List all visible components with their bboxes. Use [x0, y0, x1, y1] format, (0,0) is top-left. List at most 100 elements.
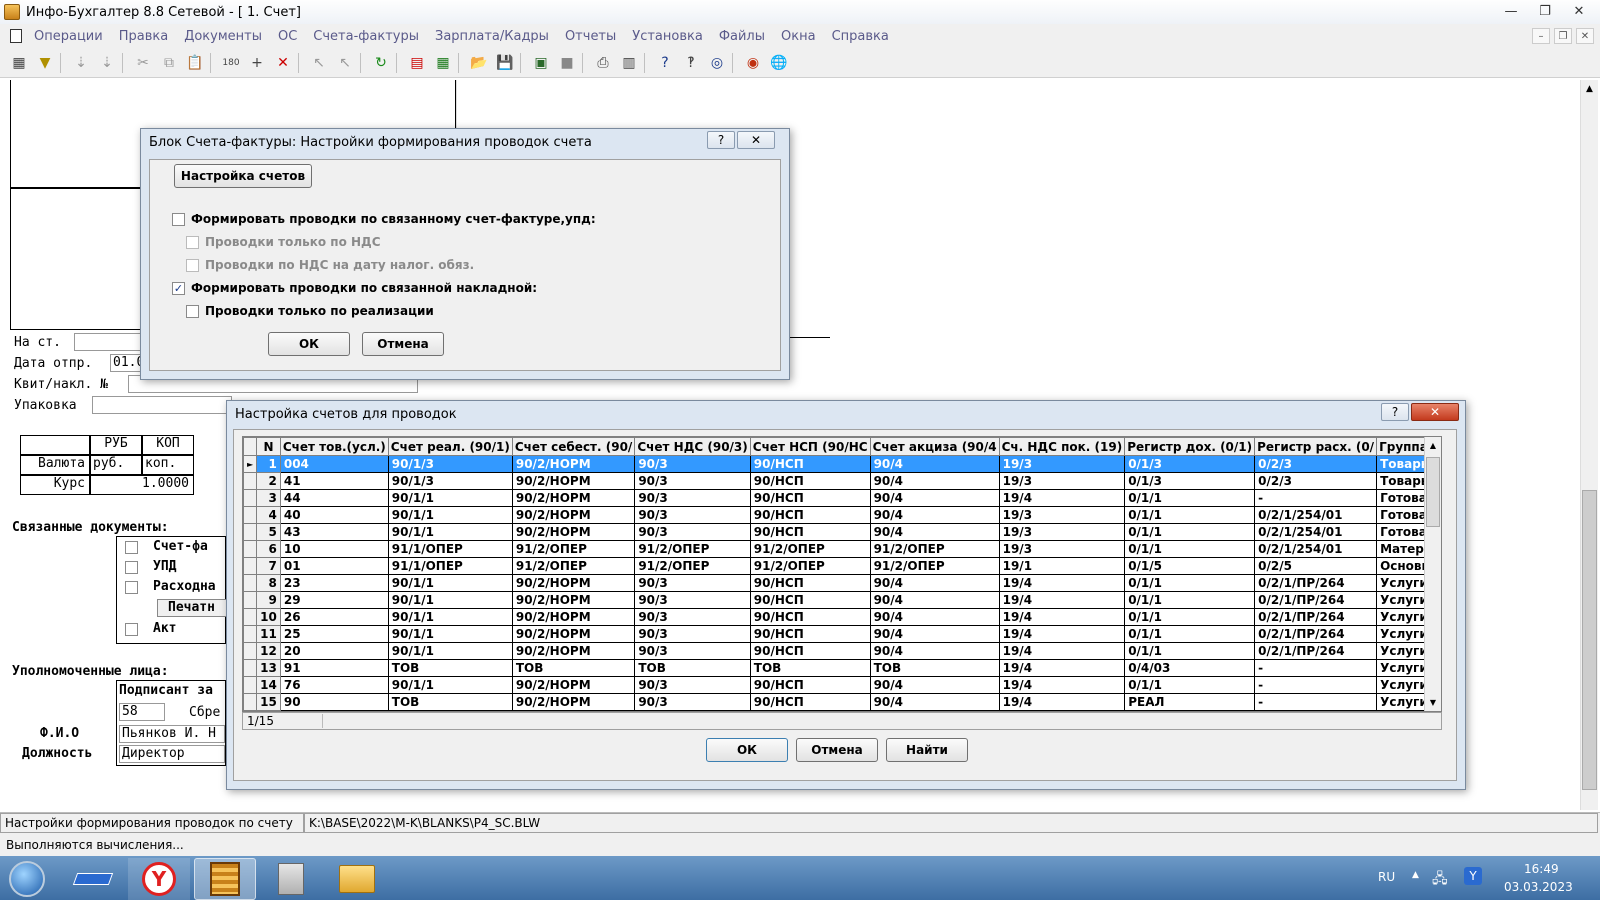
table-cell[interactable]: 19/4	[998, 489, 1126, 507]
table-cell[interactable]: 0/1/5	[1124, 557, 1256, 575]
table-row[interactable]: 12 20 90/1/1 90/2/НОРМ 90/3 90/НСП 90/4 19/4 0/1…	[243, 642, 1441, 660]
filter-icon[interactable]: ▼	[34, 52, 56, 74]
mdi-minimize-button[interactable]: –	[1532, 28, 1550, 44]
refresh-icon[interactable]: ↻	[370, 52, 392, 74]
table-cell[interactable]: 90/4	[869, 472, 1000, 490]
menu-operations[interactable]: Операции	[26, 29, 111, 44]
table-cell[interactable]: 90/НСП	[749, 625, 871, 643]
gray-box-icon[interactable]: ■	[556, 52, 578, 74]
table-cell[interactable]: 90/4	[869, 676, 1000, 694]
lifebuoy-icon[interactable]: ◉	[742, 52, 764, 74]
pointer-icon[interactable]: ↖	[308, 52, 330, 74]
table-cell[interactable]: 004	[279, 455, 389, 473]
table-cell[interactable]: 0/1/1	[1124, 625, 1256, 643]
table-cell[interactable]: 76	[279, 676, 389, 694]
menu-reports[interactable]: Отчеты	[557, 29, 624, 44]
table-cell[interactable]: 90/2/НОРМ	[511, 472, 636, 490]
row-indicator[interactable]	[243, 642, 258, 660]
table-cell[interactable]: 90/3	[634, 608, 751, 626]
column-header[interactable]: Счет НСП (90/НС	[749, 437, 871, 456]
table-cell[interactable]: 91/2/ОПЕР	[749, 540, 871, 558]
table-cell[interactable]: 0/2/1/254/01	[1254, 506, 1378, 524]
table-cell[interactable]: 90/1/1	[387, 523, 513, 541]
menu-payroll[interactable]: Зарплата/Кадры	[427, 29, 557, 44]
table-cell[interactable]: 0/1/1	[1124, 591, 1256, 609]
row-number-cell[interactable]: 14	[256, 676, 281, 694]
checkbox-row[interactable]: Проводки только по НДС	[186, 235, 381, 249]
cut-icon[interactable]: ✂	[132, 52, 154, 74]
table-cell[interactable]: ТОВ	[869, 659, 1000, 677]
close-button[interactable]: ✕	[1566, 2, 1592, 20]
table-cell[interactable]: 01	[279, 557, 389, 575]
table-cell[interactable]: 0/2/1/ПР/264	[1254, 642, 1378, 660]
position-field[interactable]: Директор	[119, 745, 225, 763]
table-cell[interactable]: -	[1254, 659, 1378, 677]
row-number-cell[interactable]: 3	[256, 489, 281, 507]
table-cell[interactable]: 90/1/1	[387, 591, 513, 609]
column-header[interactable]: Сч. НДС пок. (19)	[998, 437, 1126, 456]
cancel-button[interactable]: Отмена	[796, 738, 878, 762]
copy-icon[interactable]: ⧉	[158, 52, 180, 74]
row-indicator[interactable]	[243, 472, 258, 490]
row-number-cell[interactable]: 6	[256, 540, 281, 558]
table-cell[interactable]: 19/4	[998, 659, 1126, 677]
table-row[interactable]: 6 10 91/1/ОПЕР 91/2/ОПЕР 91/2/ОПЕР 91/2/ОПЕР 9…	[243, 540, 1441, 558]
row-number-cell[interactable]: 1	[256, 455, 281, 473]
table-cell[interactable]: 0/1/3	[1124, 472, 1256, 490]
table-cell[interactable]: 0/2/1/ПР/264	[1254, 574, 1378, 592]
table-cell[interactable]: 90/НСП	[749, 608, 871, 626]
table-cell[interactable]: 0/1/3	[1124, 455, 1256, 473]
document-icon[interactable]	[10, 29, 22, 43]
upakovka-field[interactable]	[92, 396, 232, 414]
checkbox-row[interactable]: ✓ Формировать проводки по связанной накл…	[172, 281, 537, 295]
spreadsheet-icon[interactable]: ▦	[432, 52, 454, 74]
menu-settings[interactable]: Установка	[624, 29, 711, 44]
table-cell[interactable]: 90/НСП	[749, 489, 871, 507]
column-header[interactable]: Счет акциза (90/4	[869, 437, 1000, 456]
table-cell[interactable]: 29	[279, 591, 389, 609]
table-cell[interactable]: 90/НСП	[749, 574, 871, 592]
pdf-icon[interactable]: ▤	[406, 52, 428, 74]
accounts-grid[interactable]: N Счет тов.(усл.) Счет реал. (90/1) Счет…	[242, 436, 1442, 712]
table-cell[interactable]: 90/2/НОРМ	[511, 693, 636, 711]
table-cell[interactable]: 90/2/НОРМ	[511, 489, 636, 507]
table-cell[interactable]: 90/4	[869, 574, 1000, 592]
scroll-thumb[interactable]	[1582, 490, 1597, 790]
table-cell[interactable]: 90/1/1	[387, 489, 513, 507]
table-cell[interactable]: 90/3	[634, 625, 751, 643]
table-cell[interactable]: 91	[279, 659, 389, 677]
row-indicator[interactable]	[243, 574, 258, 592]
table-cell[interactable]: 19/1	[998, 557, 1126, 575]
table-cell[interactable]: 19/3	[998, 540, 1126, 558]
sales-only-checkbox[interactable]	[186, 304, 199, 318]
table-row[interactable]: 8 23 90/1/1 90/2/НОРМ 90/3 90/НСП 90/4 19/4 0/1/…	[243, 574, 1441, 592]
table-cell[interactable]: ТОВ	[387, 693, 513, 711]
table-cell[interactable]: 90/4	[869, 506, 1000, 524]
column-header[interactable]: Счет НДС (90/3)	[634, 437, 751, 456]
table-cell[interactable]: 0/1/1	[1124, 574, 1256, 592]
signer-code-field[interactable]: 58	[119, 703, 165, 721]
table-cell[interactable]: 0/1/1	[1124, 540, 1256, 558]
scroll-up-arrow[interactable]: ▲	[1581, 80, 1598, 98]
menu-help[interactable]: Справка	[824, 29, 897, 44]
table-cell[interactable]: 90/2/НОРМ	[511, 506, 636, 524]
table-cell[interactable]: 90	[279, 693, 389, 711]
checkbox-row[interactable]: Проводки только по реализации	[186, 304, 434, 318]
row-indicator[interactable]: ►	[243, 455, 258, 473]
table-cell[interactable]: 90/НСП	[749, 455, 871, 473]
table-cell[interactable]: 90/4	[869, 523, 1000, 541]
table-cell[interactable]: 91/2/ОПЕР	[869, 540, 1000, 558]
table-row[interactable]: ► 1 004 90/1/3 90/2/НОРМ 90/3 90/НСП 90/4 19/3 0/…	[243, 455, 1441, 473]
linked-doc-checkbox[interactable]	[125, 623, 138, 636]
table-cell[interactable]: 90/3	[634, 489, 751, 507]
vat-date-checkbox[interactable]	[186, 258, 199, 272]
taskbar-app-infobuh[interactable]	[194, 858, 256, 900]
vat-only-checkbox[interactable]	[186, 235, 199, 249]
menu-files[interactable]: Файлы	[711, 29, 773, 44]
row-indicator[interactable]	[243, 557, 258, 575]
table-cell[interactable]: 90/3	[634, 591, 751, 609]
row-indicator[interactable]	[243, 506, 258, 524]
row-number-cell[interactable]: 13	[256, 659, 281, 677]
fio-field[interactable]: Пьянков И. Н	[119, 725, 225, 743]
currency-rub-field[interactable]: руб.	[90, 455, 142, 475]
